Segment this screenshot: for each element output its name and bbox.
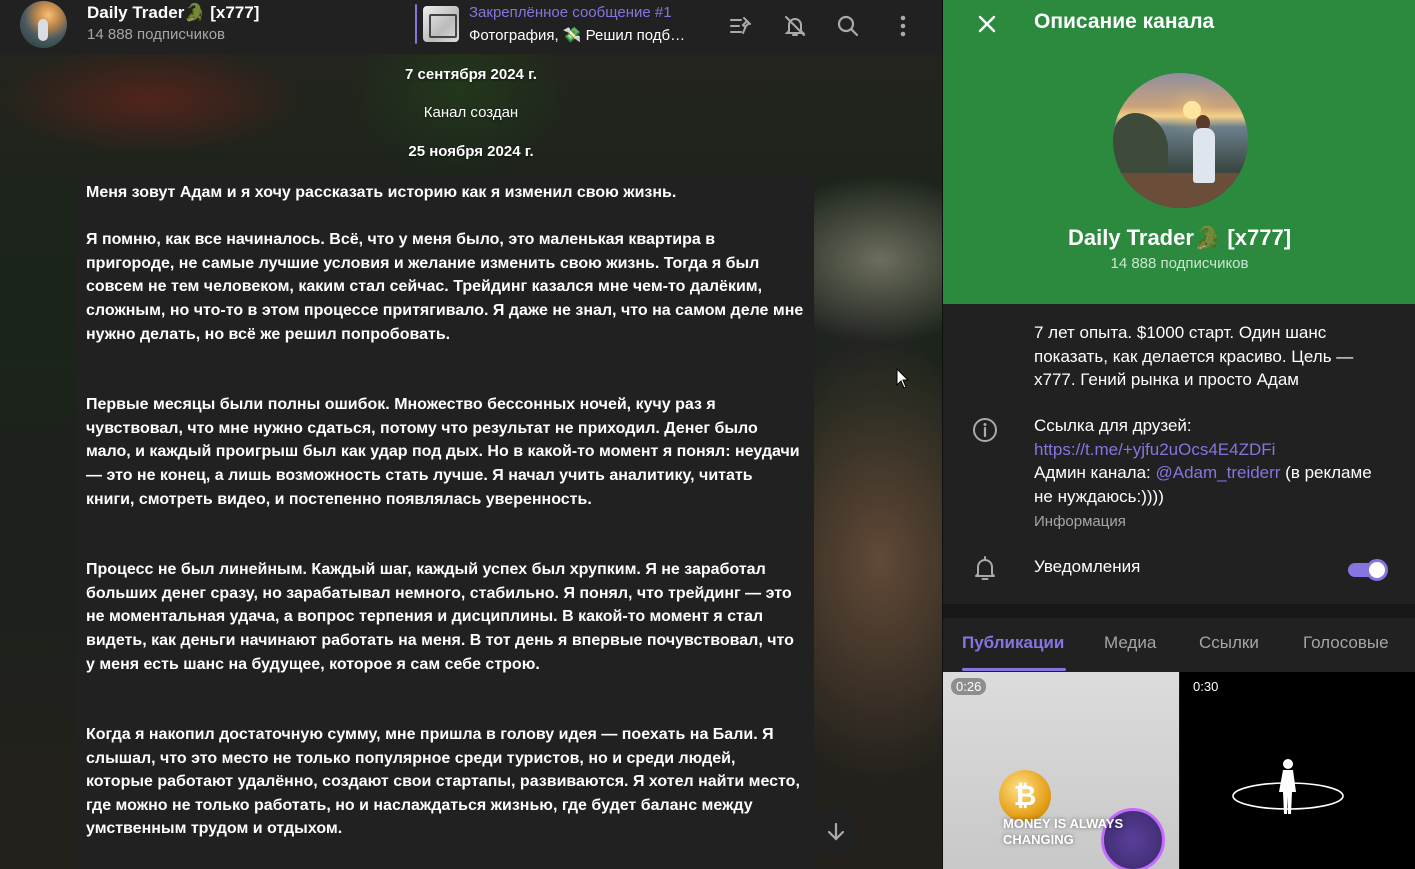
message-paragraph: Я помню, как все начиналось. Всё, что у … bbox=[86, 231, 804, 343]
admin-prefix: Админ канала: bbox=[1034, 463, 1156, 483]
channel-title[interactable]: Daily Trader🐊 [x777] bbox=[87, 3, 259, 23]
pinned-title[interactable]: Закреплённое сообщение #1 bbox=[469, 4, 672, 21]
admin-line: Админ канала: @Adam_treiderr (в рекламе … bbox=[1034, 461, 1394, 508]
pinned-text[interactable]: Фотография, 💸 Решил подб… bbox=[469, 26, 691, 44]
info-label: Информация bbox=[1034, 513, 1126, 530]
channel-description: 7 лет опыта. $1000 старт. Один шанс пока… bbox=[1034, 323, 1354, 390]
media-thumbnail[interactable]: 0:26 ₿ MONEY IS ALWAYS CHANGING bbox=[943, 672, 1179, 869]
date-separator: 25 ноября 2024 г. bbox=[408, 143, 534, 160]
search-icon[interactable] bbox=[832, 10, 864, 42]
notifications-label[interactable]: Уведомления bbox=[1034, 557, 1140, 577]
info-icon bbox=[971, 416, 999, 449]
invite-link[interactable]: https://t.me/+yjfu2uOcs4E4ZDFi bbox=[1034, 438, 1394, 462]
admin-handle-link[interactable]: @Adam_treiderr bbox=[1155, 463, 1280, 482]
media-tabs: Публикации Медиа Ссылки Голосовые bbox=[943, 618, 1415, 672]
bell-icon bbox=[971, 554, 999, 587]
video-duration: 0:26 bbox=[951, 678, 987, 695]
scroll-down-button[interactable] bbox=[812, 808, 860, 856]
info-section: 7 лет опыта. $1000 старт. Один шанс пока… bbox=[943, 304, 1415, 604]
active-tab-indicator bbox=[962, 668, 1066, 671]
video-caption: MONEY IS ALWAYS CHANGING bbox=[1003, 816, 1124, 847]
mute-bell-icon[interactable] bbox=[779, 10, 811, 42]
video-duration: 0:30 bbox=[1188, 678, 1224, 695]
close-icon bbox=[978, 15, 996, 33]
chat-header[interactable]: Daily Trader🐊 [x777] 14 888 подписчиков … bbox=[0, 0, 942, 54]
mouse-cursor-icon bbox=[896, 367, 910, 395]
bitcoin-coin-icon: ₿ bbox=[999, 770, 1051, 822]
panel-header: Описание канала Daily Trader🐊 [x777] 14 … bbox=[943, 0, 1415, 304]
arrow-down-icon bbox=[827, 822, 845, 841]
friends-link-label: Ссылка для друзей: bbox=[1034, 416, 1192, 435]
tab-links[interactable]: Ссылки bbox=[1199, 633, 1259, 653]
message-paragraph: Меня зовут Адам и я хочу рассказать исто… bbox=[86, 184, 677, 201]
more-menu-icon[interactable] bbox=[887, 10, 919, 42]
telegram-window: Daily Trader🐊 [x777] 14 888 подписчиков … bbox=[0, 0, 1415, 869]
channel-name: Daily Trader🐊 [x777] bbox=[1067, 225, 1292, 250]
panel-title: Описание канала bbox=[1034, 10, 1215, 33]
message-bubble[interactable]: Меня зовут Адам и я хочу рассказать исто… bbox=[76, 175, 814, 869]
date-separator: 7 сентября 2024 г. bbox=[405, 66, 537, 83]
links-block: Ссылка для друзей: https://t.me/+yjfu2uO… bbox=[1034, 414, 1394, 508]
pinned-list-icon[interactable] bbox=[725, 10, 757, 42]
media-thumbnail[interactable]: 0:30 bbox=[1180, 672, 1415, 869]
channel-subscribers: 14 888 подписчиков bbox=[87, 26, 226, 43]
channel-info-panel: Описание канала Daily Trader🐊 [x777] 14 … bbox=[942, 0, 1415, 869]
message-paragraph: Процесс не был линейным. Каждый шаг, каж… bbox=[86, 561, 794, 673]
tab-publications[interactable]: Публикации bbox=[962, 633, 1064, 653]
chat-area: Daily Trader🐊 [x777] 14 888 подписчиков … bbox=[0, 0, 942, 869]
message-paragraph: Когда я накопил достаточную сумму, мне п… bbox=[86, 726, 800, 838]
channel-avatar[interactable] bbox=[20, 1, 67, 48]
message-paragraph: Первые месяцы были полны ошибок. Множест… bbox=[86, 396, 800, 508]
tab-voice[interactable]: Голосовые bbox=[1303, 633, 1389, 653]
close-button[interactable] bbox=[971, 8, 1003, 40]
person-silhouette-icon bbox=[1228, 752, 1348, 827]
service-message: Канал создан bbox=[423, 104, 519, 121]
channel-avatar-large[interactable] bbox=[1113, 73, 1248, 208]
tab-media[interactable]: Медиа bbox=[1104, 633, 1156, 653]
notifications-toggle[interactable] bbox=[1348, 557, 1388, 581]
pinned-indicator bbox=[415, 4, 417, 44]
channel-subscribers: 14 888 подписчиков bbox=[1110, 255, 1249, 272]
pinned-thumbnail[interactable] bbox=[423, 6, 459, 42]
